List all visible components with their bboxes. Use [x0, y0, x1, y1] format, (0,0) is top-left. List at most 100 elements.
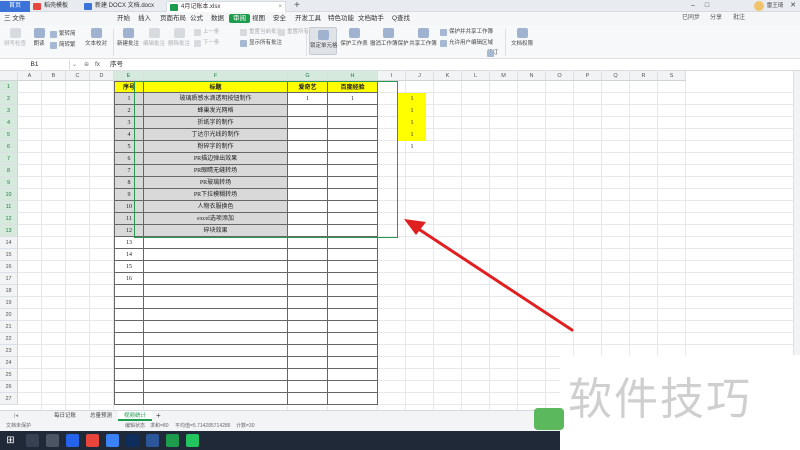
protect-sheet-button[interactable]: 保护工作表 — [340, 28, 368, 47]
new-tab-button[interactable]: + — [294, 0, 300, 11]
table-cell[interactable]: 4 — [114, 129, 144, 141]
search-icon[interactable] — [26, 434, 39, 447]
table-cell[interactable] — [328, 381, 378, 393]
table-cell[interactable] — [328, 309, 378, 321]
menu-home[interactable]: 开始 — [117, 12, 130, 25]
table-cell[interactable]: 12 — [114, 225, 144, 237]
table-cell[interactable]: 13 — [114, 237, 144, 249]
table-cell[interactable] — [144, 249, 288, 261]
table-cell[interactable] — [328, 201, 378, 213]
table-cell[interactable] — [144, 309, 288, 321]
table-cell[interactable]: 折纸字的制作 — [144, 117, 288, 129]
table-cell[interactable] — [114, 297, 144, 309]
table-cell[interactable]: 玻璃质感水滴透明按钮制作 — [144, 93, 288, 105]
simp-to-trad-button[interactable]: 简转繁 — [50, 41, 76, 50]
search-button[interactable]: Q查找 — [392, 12, 410, 25]
table-cell[interactable] — [288, 249, 328, 261]
column-header[interactable]: C — [66, 71, 90, 81]
table-cell[interactable]: PR下拉模糊转场 — [144, 189, 288, 201]
table-cell[interactable] — [288, 273, 328, 285]
table-cell[interactable] — [328, 249, 378, 261]
formula-input[interactable]: 序号 — [110, 59, 123, 71]
table-cell[interactable]: 人物衣服换色 — [144, 201, 288, 213]
menu-page-layout[interactable]: 页面布局 — [160, 12, 186, 25]
table-cell[interactable] — [288, 309, 328, 321]
zoom-icon[interactable]: ⊕ — [84, 59, 89, 71]
table-cell[interactable] — [114, 357, 144, 369]
table-cell[interactable] — [144, 357, 288, 369]
tab-daoke[interactable]: 稻壳模板 — [30, 1, 80, 12]
table-cell[interactable] — [328, 261, 378, 273]
row-header[interactable]: 20 — [0, 309, 18, 321]
table-cell[interactable] — [328, 177, 378, 189]
table-cell[interactable] — [288, 105, 328, 117]
column-header[interactable]: D — [90, 71, 114, 81]
column-header[interactable]: M — [490, 71, 518, 81]
table-cell[interactable]: 蜂巢发光网格 — [144, 105, 288, 117]
table-cell[interactable]: 粉碎字的制作 — [144, 141, 288, 153]
protection-status[interactable]: 文档未保护 — [6, 421, 31, 431]
column-header[interactable]: I — [378, 71, 406, 81]
row-header[interactable]: 14 — [0, 237, 18, 249]
table-cell[interactable] — [114, 381, 144, 393]
home-tab[interactable]: 首页 — [0, 1, 30, 12]
maximize-button[interactable]: □ — [700, 0, 714, 12]
row-header[interactable]: 9 — [0, 177, 18, 189]
row-header[interactable]: 13 — [0, 225, 18, 237]
row-header[interactable]: 25 — [0, 369, 18, 381]
table-cell[interactable] — [114, 309, 144, 321]
menu-review[interactable]: 审阅 — [229, 14, 250, 23]
table-cell[interactable]: 6 — [114, 153, 144, 165]
table-cell[interactable] — [328, 165, 378, 177]
table-cell[interactable]: PR描边弹出效果 — [144, 153, 288, 165]
wechat-icon[interactable] — [166, 434, 179, 447]
column-header[interactable]: P — [574, 71, 602, 81]
minimize-button[interactable]: – — [686, 0, 700, 12]
row-header[interactable]: 7 — [0, 153, 18, 165]
column-header[interactable]: N — [518, 71, 546, 81]
sheet-tab-video[interactable]: 视频统计 — [118, 411, 153, 421]
column-header[interactable]: H — [328, 71, 378, 81]
table-cell[interactable] — [288, 201, 328, 213]
table-cell[interactable]: 爱奇艺 — [288, 81, 328, 93]
row-header[interactable]: 12 — [0, 213, 18, 225]
prev-comment-button[interactable]: 上一条 — [194, 28, 220, 37]
column-header[interactable]: S — [658, 71, 686, 81]
table-cell[interactable] — [288, 141, 328, 153]
menu-security[interactable]: 安全 — [273, 12, 286, 25]
column-header[interactable]: R — [630, 71, 658, 81]
table-cell[interactable] — [114, 321, 144, 333]
table-cell[interactable] — [114, 333, 144, 345]
table-cell[interactable] — [288, 381, 328, 393]
protect-and-share-button[interactable]: 保护并共享工作簿 — [440, 28, 493, 37]
table-cell[interactable]: 丁达尔光线的制作 — [144, 129, 288, 141]
table-cell[interactable] — [288, 345, 328, 357]
table-cell[interactable] — [328, 213, 378, 225]
table-cell[interactable] — [288, 213, 328, 225]
row-header[interactable]: 15 — [0, 249, 18, 261]
table-cell[interactable]: 2 — [114, 105, 144, 117]
table-cell[interactable] — [288, 177, 328, 189]
column-header[interactable]: B — [42, 71, 66, 81]
menu-view[interactable]: 视图 — [252, 12, 265, 25]
menu-doc-assistant[interactable]: 文档助手 — [358, 12, 384, 25]
table-cell[interactable] — [328, 153, 378, 165]
table-cell[interactable] — [288, 117, 328, 129]
user-name[interactable]: 雷王琦 — [765, 0, 785, 12]
table-cell[interactable]: 标题 — [144, 81, 288, 93]
menu-features[interactable]: 特色功能 — [328, 12, 354, 25]
table-cell[interactable] — [144, 273, 288, 285]
column-i-cell[interactable]: 1 — [398, 117, 426, 129]
column-i-cell[interactable]: 1 — [398, 93, 426, 105]
row-header[interactable]: 8 — [0, 165, 18, 177]
lock-cell-button[interactable]: 锁定单元格 — [309, 27, 338, 55]
row-header[interactable]: 16 — [0, 261, 18, 273]
table-cell[interactable] — [328, 189, 378, 201]
share-button[interactable]: 分享 — [710, 12, 722, 25]
table-cell[interactable] — [288, 393, 328, 405]
edit-comment-button[interactable]: 编辑批注 — [142, 28, 166, 47]
photoshop-icon[interactable] — [126, 434, 139, 447]
table-cell[interactable] — [328, 285, 378, 297]
table-cell[interactable] — [288, 357, 328, 369]
row-header[interactable]: 23 — [0, 345, 18, 357]
